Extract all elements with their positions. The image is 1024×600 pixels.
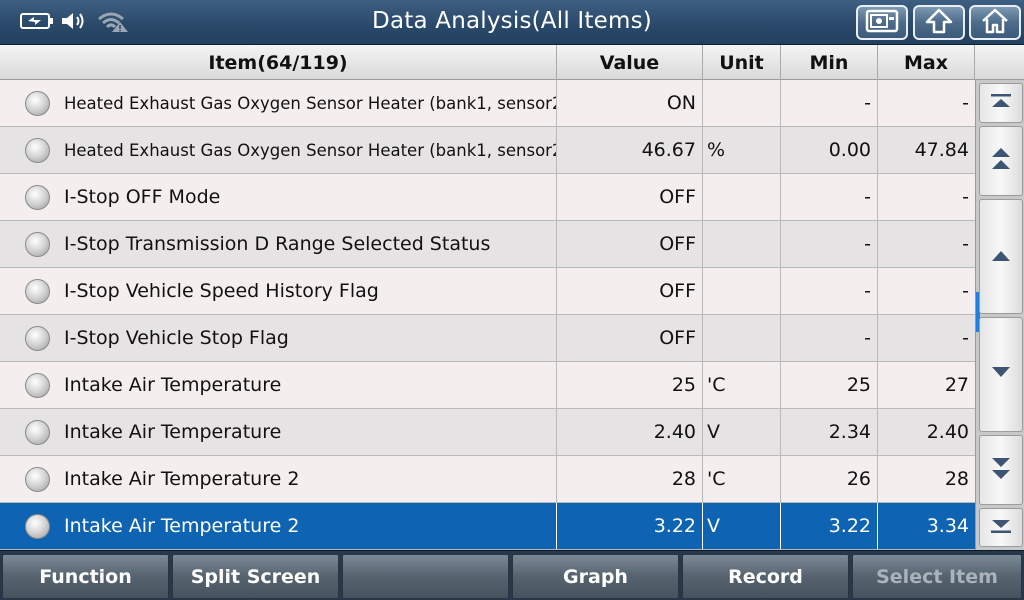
home-icon	[980, 8, 1010, 38]
item-value: OFF	[557, 174, 703, 220]
item-max: 47.84	[914, 139, 969, 161]
page-down-button[interactable]	[979, 435, 1023, 505]
table-row[interactable]: I-Stop Transmission D Range Selected Sta…	[0, 221, 975, 268]
item-max: 27	[944, 374, 969, 396]
item-value: 46.67	[557, 127, 703, 173]
item-name: I-Stop Vehicle Stop Flag	[0, 315, 557, 361]
scroll-top-button[interactable]	[979, 83, 1023, 123]
item-min: -	[781, 80, 878, 126]
column-header-max: Max	[878, 45, 975, 80]
scroll-bottom-button[interactable]	[979, 508, 1023, 547]
scroll-bottom-icon	[988, 516, 1014, 540]
item-value: 3.22	[557, 503, 703, 549]
table-row[interactable]: Intake Air Temperature 2 28 'C 26 28	[0, 456, 975, 503]
screenshot-button[interactable]	[856, 5, 908, 40]
item-unit: 'C	[703, 362, 781, 408]
item-max: -	[962, 92, 969, 114]
item-value: ON	[557, 80, 703, 126]
item-min: -	[781, 174, 878, 220]
table-row[interactable]: Intake Air Temperature 2.40 V 2.34 2.40	[0, 409, 975, 456]
item-unit: %	[703, 127, 781, 173]
item-min: 2.34	[781, 409, 878, 455]
item-name: Heated Exhaust Gas Oxygen Sensor Heater …	[0, 127, 557, 173]
table-header: Item(64/119) Value Unit Min Max	[0, 45, 1024, 80]
line-down-button[interactable]	[979, 317, 1023, 432]
item-unit	[703, 221, 781, 267]
item-unit	[703, 174, 781, 220]
column-header-min: Min	[781, 45, 878, 80]
item-name: Intake Air Temperature	[0, 409, 557, 455]
title-bar: Data Analysis(All Items)	[0, 0, 1024, 45]
page-down-icon	[988, 454, 1014, 486]
item-max: -	[962, 280, 969, 302]
item-max: -	[962, 233, 969, 255]
item-value: OFF	[557, 268, 703, 314]
item-value: OFF	[557, 315, 703, 361]
table-row[interactable]: Heated Exhaust Gas Oxygen Sensor Heater …	[0, 80, 975, 127]
table-row[interactable]: I-Stop Vehicle Stop Flag OFF - -	[0, 315, 975, 362]
item-min: 3.22	[781, 503, 878, 549]
item-unit	[703, 268, 781, 314]
item-name: Intake Air Temperature 2	[0, 503, 557, 549]
column-header-item: Item(64/119)	[0, 45, 557, 80]
page-up-button[interactable]	[979, 126, 1023, 196]
line-up-icon	[988, 245, 1014, 269]
back-arrow-icon	[924, 8, 954, 38]
item-name: I-Stop Vehicle Speed History Flag	[0, 268, 557, 314]
item-min: 25	[781, 362, 878, 408]
split-screen-button[interactable]: Split Screen	[172, 554, 339, 599]
table-row[interactable]: Intake Air Temperature 25 'C 25 27	[0, 362, 975, 409]
item-max: -	[962, 327, 969, 349]
function-button[interactable]: Function	[2, 554, 169, 599]
item-min: -	[781, 268, 878, 314]
item-name: Heated Exhaust Gas Oxygen Sensor Heater …	[0, 80, 557, 126]
item-value: OFF	[557, 221, 703, 267]
table-row[interactable]: Heated Exhaust Gas Oxygen Sensor Heater …	[0, 127, 975, 174]
bottom-toolbar: Function Split Screen Graph Record Selec…	[0, 550, 1024, 600]
item-max: 28	[944, 468, 969, 490]
item-name: Intake Air Temperature 2	[0, 456, 557, 502]
item-max: -	[962, 186, 969, 208]
item-min: -	[781, 221, 878, 267]
item-name: I-Stop OFF Mode	[0, 174, 557, 220]
graph-button[interactable]: Graph	[512, 554, 679, 599]
record-button[interactable]: Record	[682, 554, 849, 599]
home-button[interactable]	[969, 5, 1021, 40]
item-name: I-Stop Transmission D Range Selected Sta…	[0, 221, 557, 267]
table-row-selected[interactable]: Intake Air Temperature 2 3.22 V 3.22 3.3…	[0, 503, 975, 550]
item-value: 25	[557, 362, 703, 408]
line-up-button[interactable]	[979, 199, 1023, 314]
item-value: 2.40	[557, 409, 703, 455]
empty-button	[342, 554, 509, 599]
back-button[interactable]	[913, 5, 965, 40]
data-table: Heated Exhaust Gas Oxygen Sensor Heater …	[0, 80, 975, 550]
item-unit: V	[703, 503, 781, 549]
page-up-icon	[988, 145, 1014, 177]
item-unit: V	[703, 409, 781, 455]
item-min: 0.00	[781, 127, 878, 173]
scrollbar[interactable]	[975, 80, 1024, 550]
table-row[interactable]: I-Stop OFF Mode OFF - -	[0, 174, 975, 221]
select-item-button: Select Item	[852, 554, 1022, 599]
item-min: 26	[781, 456, 878, 502]
item-unit	[703, 80, 781, 126]
item-min: -	[781, 315, 878, 361]
item-max: 2.40	[926, 421, 969, 443]
line-down-icon	[988, 363, 1014, 387]
column-header-value: Value	[557, 45, 703, 80]
item-unit	[703, 315, 781, 361]
item-name: Intake Air Temperature	[0, 362, 557, 408]
item-unit: 'C	[703, 456, 781, 502]
column-header-unit: Unit	[703, 45, 781, 80]
item-max: 3.34	[926, 515, 969, 537]
scroll-top-icon	[988, 91, 1014, 115]
item-value: 28	[557, 456, 703, 502]
screenshot-icon	[865, 9, 899, 37]
table-row[interactable]: I-Stop Vehicle Speed History Flag OFF - …	[0, 268, 975, 315]
